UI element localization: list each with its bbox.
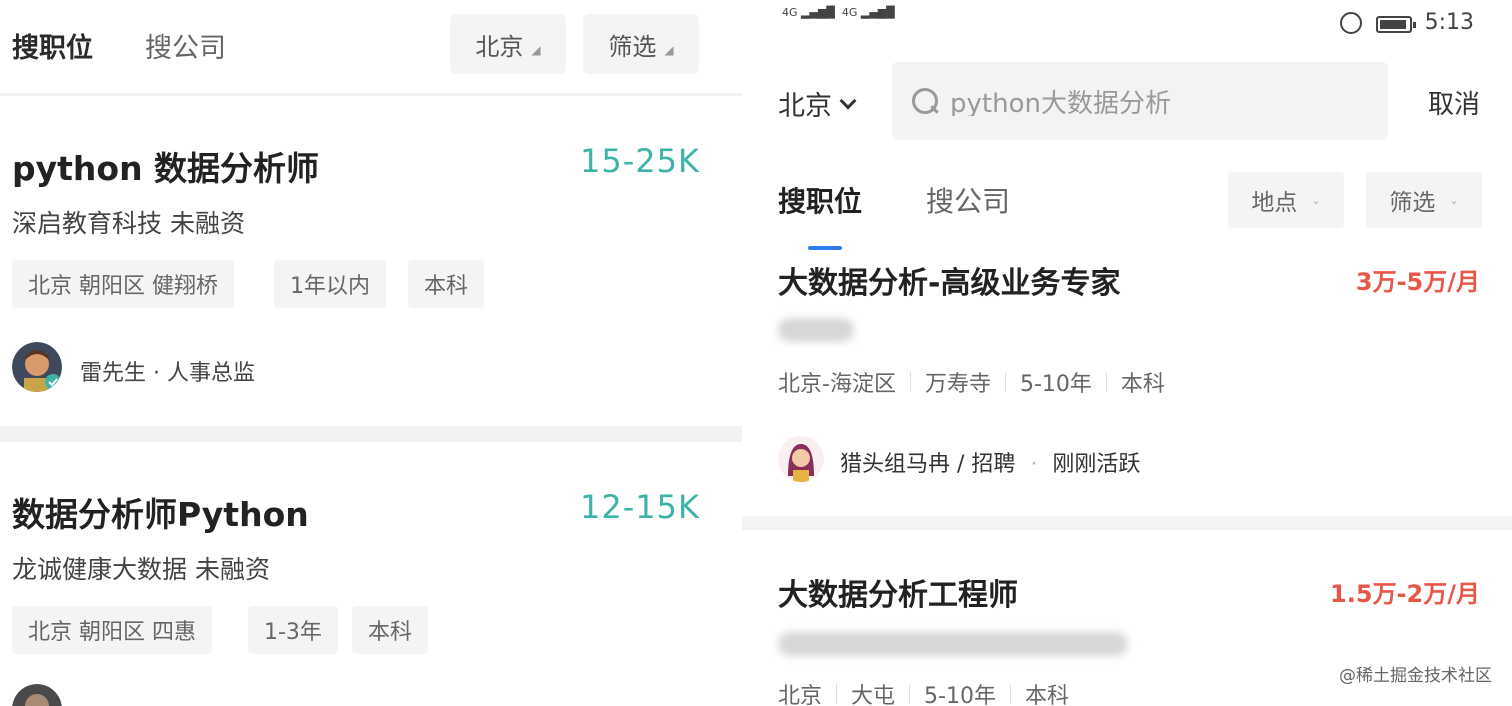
filter-button[interactable]: 筛选 ◢ bbox=[583, 14, 699, 74]
filter-label: 筛选 bbox=[1389, 190, 1436, 216]
company-name-blurred bbox=[778, 318, 854, 342]
job-salary: 15-25K bbox=[580, 142, 700, 180]
signal-icon: 4G ▂▄▆█ 4G ▂▄▆█ bbox=[782, 6, 895, 19]
job-tag: 1年以内 bbox=[274, 260, 386, 308]
search-tabs: 搜职位 搜公司 地点 ⌄ 筛选 ⌄ bbox=[742, 166, 1512, 250]
job-title: 数据分析师Python bbox=[12, 495, 309, 534]
job-tag: 北京 朝阳区 健翔桥 bbox=[12, 260, 234, 308]
city-filter-label: 北京 bbox=[475, 32, 524, 61]
chevron-down-icon bbox=[839, 92, 857, 109]
job-location: 北京-海淀区 bbox=[778, 372, 896, 397]
chevron-down-icon: ⌄ bbox=[1449, 193, 1459, 207]
job-title: 大数据分析-高级业务专家 bbox=[778, 266, 1121, 301]
job-meta: 北京-海淀区 万寿寺 5-10年 本科 bbox=[778, 366, 1165, 398]
left-top-bar: 搜职位 搜公司 北京 ◢ 筛选 ◢ bbox=[0, 0, 742, 96]
left-screen: 搜职位 搜公司 北京 ◢ 筛选 ◢ python 数据分析师 15-25K 深启… bbox=[0, 0, 742, 706]
tab-search-jobs[interactable]: 搜职位 bbox=[12, 26, 93, 65]
city-selector[interactable]: 北京 bbox=[778, 84, 857, 123]
chevron-down-icon: ⌄ bbox=[1311, 193, 1321, 207]
hunter-info: 猎头组马冉 / 招聘 · 刚刚活跃 bbox=[840, 452, 1141, 477]
job-salary: 3万-5万/月 bbox=[1355, 268, 1480, 296]
cancel-button[interactable]: 取消 bbox=[1428, 84, 1480, 121]
card-divider bbox=[742, 516, 1512, 530]
caret-icon: ◢ bbox=[664, 43, 674, 57]
job-tag: 北京 朝阳区 四惠 bbox=[12, 606, 212, 654]
job-tag: 本科 bbox=[352, 606, 429, 654]
clock-time: 5:13 bbox=[1424, 10, 1474, 35]
job-area: 大屯 bbox=[851, 684, 896, 706]
recruiter-name: 雷先生 · 人事总监 bbox=[80, 361, 255, 386]
recruiter-avatar bbox=[12, 342, 62, 392]
right-screen: 4G ▂▄▆█ 4G ▂▄▆█ 5:13 北京 取消 搜职位 搜公司 地点 ⌄ … bbox=[742, 0, 1512, 706]
hunter-name: 猎头组马冉 / 招聘 bbox=[840, 452, 1016, 477]
job-tag: 本科 bbox=[408, 260, 485, 308]
filter-button[interactable]: 筛选 ⌄ bbox=[1366, 172, 1482, 228]
recruiter-avatar bbox=[12, 684, 62, 706]
status-bar: 4G ▂▄▆█ 4G ▂▄▆█ 5:13 bbox=[742, 0, 1512, 50]
job-salary: 12-15K bbox=[580, 488, 700, 526]
search-icon bbox=[912, 88, 938, 114]
job-experience: 5-10年 bbox=[1019, 372, 1092, 397]
job-title: python 数据分析师 bbox=[12, 149, 320, 188]
caret-icon: ◢ bbox=[531, 43, 541, 57]
job-education: 本科 bbox=[1120, 372, 1165, 397]
job-location: 北京 bbox=[778, 684, 823, 706]
alarm-icon bbox=[1340, 12, 1362, 34]
job-title: 大数据分析工程师 bbox=[778, 578, 1018, 613]
job-tag: 1-3年 bbox=[248, 606, 338, 654]
company-info: 龙诚健康大数据 未融资 bbox=[12, 555, 270, 584]
search-box[interactable] bbox=[892, 62, 1388, 140]
job-area: 万寿寺 bbox=[924, 372, 991, 397]
battery-icon bbox=[1376, 16, 1416, 33]
job-experience: 5-10年 bbox=[924, 684, 996, 706]
tab-search-companies[interactable]: 搜公司 bbox=[145, 26, 226, 65]
card-divider bbox=[0, 426, 742, 442]
job-card[interactable]: 大数据分析-高级业务专家 3万-5万/月 北京-海淀区 万寿寺 5-10年 本科… bbox=[742, 250, 1512, 516]
city-selector-label: 北京 bbox=[778, 91, 832, 122]
company-info: 深启教育科技 未融资 bbox=[12, 209, 245, 238]
network-type: 4G bbox=[782, 6, 798, 19]
tab-search-jobs[interactable]: 搜职位 bbox=[778, 180, 862, 220]
job-education: 本科 bbox=[1024, 684, 1069, 706]
location-filter-button[interactable]: 地点 ⌄ bbox=[1228, 172, 1344, 228]
location-filter-label: 地点 bbox=[1251, 190, 1298, 216]
city-filter-button[interactable]: 北京 ◢ bbox=[450, 14, 566, 74]
job-card[interactable]: python 数据分析师 15-25K 深启教育科技 未融资 北京 朝阳区 健翔… bbox=[0, 100, 742, 426]
activity-status: 刚刚活跃 bbox=[1052, 452, 1141, 477]
company-name-blurred bbox=[778, 632, 1128, 656]
watermark: @稀土掘金技术社区 bbox=[1339, 666, 1492, 686]
hunter-avatar bbox=[778, 436, 824, 482]
job-card[interactable]: 数据分析师Python 12-15K 龙诚健康大数据 未融资 北京 朝阳区 四惠… bbox=[0, 442, 742, 706]
tab-search-companies[interactable]: 搜公司 bbox=[926, 180, 1010, 220]
network-type: 4G bbox=[841, 6, 858, 19]
job-meta: 北京 大屯 5-10年 本科 bbox=[778, 678, 1069, 706]
filter-label: 筛选 bbox=[608, 32, 657, 61]
job-salary: 1.5万-2万/月 bbox=[1330, 580, 1480, 608]
search-input[interactable] bbox=[950, 86, 1350, 116]
